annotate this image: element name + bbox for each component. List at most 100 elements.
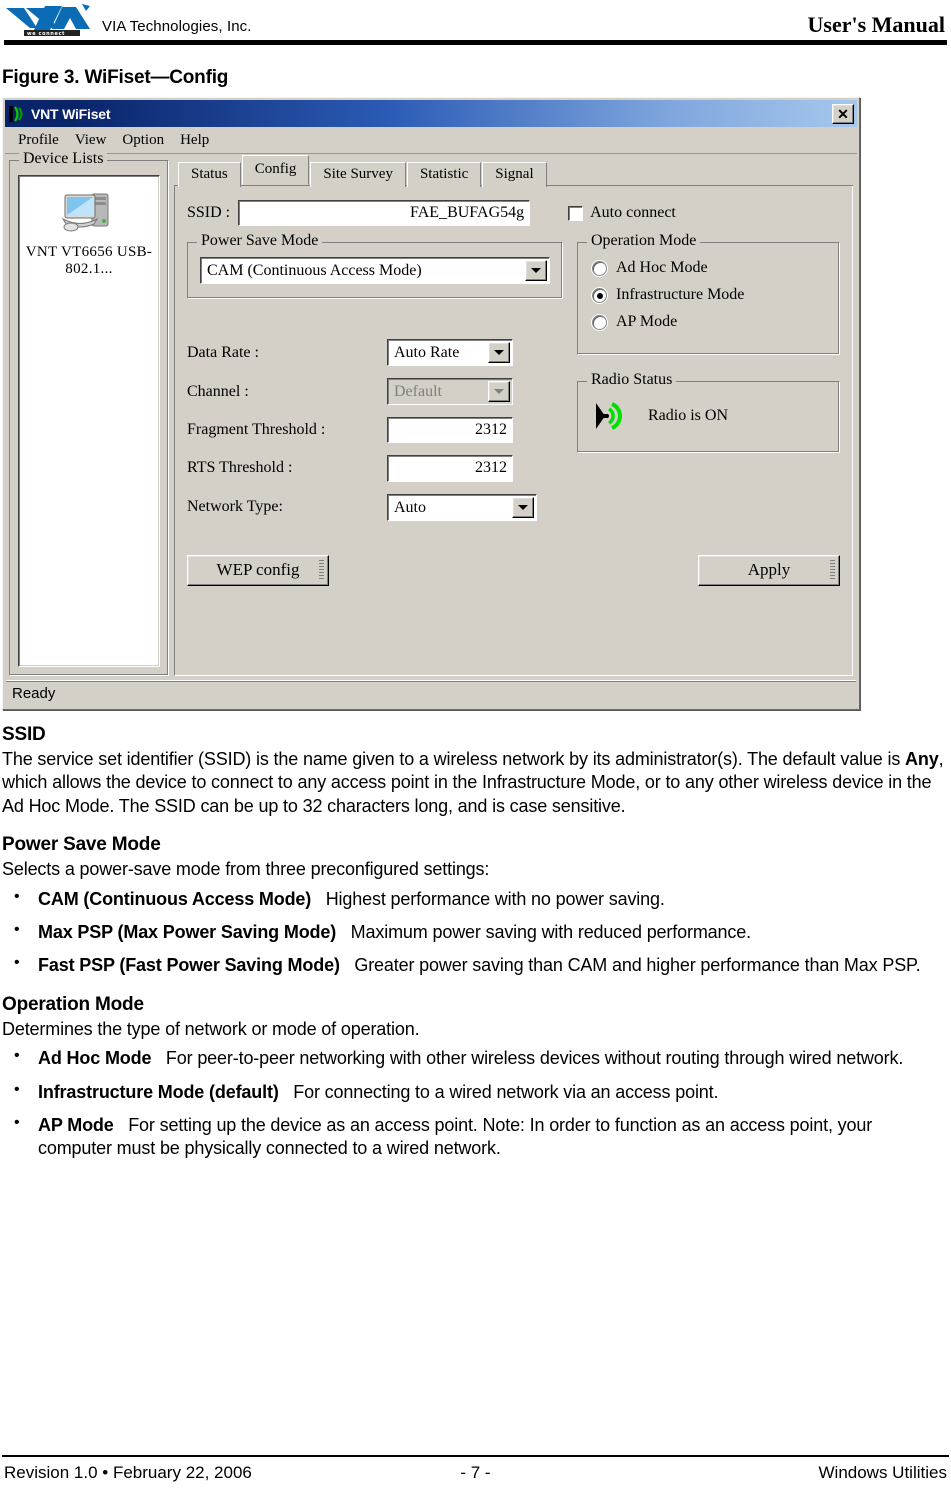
heading-operation-mode: Operation Mode [2, 993, 144, 1015]
radio-status-label: Radio Status [587, 372, 677, 389]
antenna-signal-icon [592, 400, 632, 432]
bullet-desc: Greater power saving than CAM and higher… [354, 955, 921, 976]
menu-item-profile[interactable]: Profile [11, 130, 68, 151]
bullet-desc: For connecting to a wired network via an… [293, 1081, 719, 1102]
power-save-mode-value: CAM (Continuous Access Mode) [207, 262, 422, 280]
computer-icon [59, 188, 119, 240]
footer-section: Windows Utilities [818, 1463, 947, 1482]
auto-connect-checkbox[interactable] [568, 205, 584, 221]
bullet-term: Max PSP (Max Power Saving Mode) [38, 921, 337, 942]
tab-area: Status Config Site Survey Statistic Sign… [174, 155, 853, 676]
power-save-mode-group: Power Save Mode CAM (Continuous Access M… [187, 233, 563, 300]
ssid-row: SSID : FAE_BUFAG54g Auto connect [187, 200, 840, 227]
ssid-para-pre: The service set identifier (SSID) is the… [2, 749, 906, 769]
radio-button-icon[interactable] [592, 260, 607, 276]
network-type-value: Auto [394, 498, 426, 516]
config-right-column: Operation Mode Ad Hoc Mode Infrastructur… [577, 233, 840, 532]
footer-page-number: - 7 - [460, 1463, 491, 1482]
wep-config-button[interactable]: WEP config [187, 554, 329, 586]
window-body: Device Lists VNT VT6656 USB-802.1... Sta… [3, 151, 859, 680]
status-bar: Ready [6, 680, 856, 706]
heading-ssid: SSID [2, 724, 46, 745]
chevron-down-icon[interactable] [488, 342, 510, 364]
rts-threshold-label: RTS Threshold : [187, 459, 293, 477]
close-icon[interactable]: ✕ [832, 103, 854, 124]
header-manual-title: User's Manual [807, 12, 946, 37]
list-item: AP Mode For setting up the device as an … [2, 1113, 949, 1161]
tab-statistic[interactable]: Statistic [406, 162, 482, 187]
power-save-mode-label: Power Save Mode [197, 233, 323, 250]
fragment-threshold-input[interactable]: 2312 [387, 417, 513, 444]
operation-mode-group: Operation Mode Ad Hoc Mode Infrastructur… [577, 233, 840, 356]
data-rate-value: Auto Rate [394, 344, 460, 362]
ssid-label: SSID : [187, 204, 231, 222]
apply-button[interactable]: Apply [698, 554, 840, 586]
menu-item-view[interactable]: View [68, 130, 116, 151]
via-logo-icon: we connect [4, 4, 96, 38]
paragraph-power-save-intro: Selects a power-save mode from three pre… [2, 859, 490, 880]
tab-site-survey[interactable]: Site Survey [310, 162, 406, 187]
radio-button-icon[interactable] [592, 314, 607, 330]
channel-label: Channel : [187, 382, 249, 400]
data-rate-label: Data Rate : [187, 343, 259, 361]
device-lists-label: Device Lists [19, 151, 108, 167]
config-button-row: WEP config Apply [187, 554, 840, 586]
ssid-input[interactable]: FAE_BUFAG54g [238, 200, 531, 227]
paragraph-ssid: The service set identifier (SSID) is the… [2, 748, 949, 818]
data-rate-row: Data Rate : Auto Rate [187, 339, 563, 367]
wep-config-button-label: WEP config [216, 559, 300, 579]
operation-mode-bullet-list: Ad Hoc Mode For peer-to-peer networking … [2, 1046, 949, 1161]
tab-signal[interactable]: Signal [482, 162, 547, 187]
data-rate-select[interactable]: Auto Rate [387, 339, 513, 367]
fragment-threshold-label: Fragment Threshold : [187, 421, 326, 439]
device-listbox[interactable]: VNT VT6656 USB-802.1... [18, 175, 160, 667]
bullet-desc: For peer-to-peer networking with other w… [165, 1048, 904, 1069]
radio-status-group: Radio Status Radio is ON [577, 372, 840, 454]
channel-value: Default [394, 383, 442, 401]
radio-button-selected-icon[interactable] [592, 287, 607, 303]
chevron-down-icon[interactable] [525, 260, 547, 282]
tab-strip: Status Config Site Survey Statistic Sign… [174, 155, 853, 187]
bullet-desc: Maximum power saving with reduced perfor… [350, 921, 751, 942]
page-header: we connect VIA Technologies, Inc. User's… [0, 0, 951, 45]
auto-connect-row[interactable]: Auto connect [568, 204, 676, 222]
auto-connect-label: Auto connect [590, 204, 676, 222]
chevron-down-icon[interactable] [512, 496, 534, 518]
device-lists-group: Device Lists VNT VT6656 USB-802.1... [9, 151, 169, 676]
figure-caption: Figure 3. WiFiset—Config [2, 67, 229, 88]
bullet-desc: For setting up the device as an access p… [38, 1114, 873, 1159]
tab-status[interactable]: Status [178, 162, 241, 187]
bullet-desc: Highest performance with no power saving… [325, 888, 665, 909]
ap-mode-label: AP Mode [616, 313, 678, 331]
bullet-term: Infrastructure Mode (default) [38, 1081, 279, 1102]
power-save-mode-select[interactable]: CAM (Continuous Access Mode) [200, 257, 550, 285]
apply-button-label: Apply [747, 559, 791, 579]
button-grip-icon [830, 559, 835, 581]
bullet-term: CAM (Continuous Access Mode) [38, 888, 312, 909]
tab-config[interactable]: Config [241, 155, 310, 185]
app-icon [9, 105, 27, 123]
menu-item-option[interactable]: Option [115, 130, 173, 151]
config-tab-page: SSID : FAE_BUFAG54g Auto connect Power S… [174, 185, 853, 676]
window-titlebar: VNT WiFiset ✕ [5, 100, 857, 127]
footer-revision: Revision 1.0 • February 22, 2006 [4, 1463, 252, 1482]
header-divider [4, 40, 947, 45]
menu-item-help[interactable]: Help [173, 130, 218, 151]
network-type-select[interactable]: Auto [387, 493, 537, 521]
rts-threshold-input[interactable]: 2312 [387, 455, 513, 482]
device-list-item[interactable]: VNT VT6656 USB-802.1... [23, 244, 155, 279]
menubar: Profile View Option Help [5, 128, 857, 154]
rts-threshold-row: RTS Threshold : 2312 [187, 455, 563, 482]
ad-hoc-mode-label: Ad Hoc Mode [616, 259, 708, 277]
radio-status-text: Radio is ON [648, 407, 728, 425]
radio-ap-mode[interactable]: AP Mode [592, 313, 829, 331]
radio-infrastructure-mode[interactable]: Infrastructure Mode [592, 286, 829, 304]
channel-select: Default [387, 378, 513, 406]
button-grip-icon [319, 559, 324, 581]
config-left-column: Power Save Mode CAM (Continuous Access M… [187, 233, 563, 532]
paragraph-operation-mode-intro: Determines the type of network or mode o… [2, 1018, 420, 1039]
bullet-term: Ad Hoc Mode [38, 1048, 152, 1069]
radio-ad-hoc-mode[interactable]: Ad Hoc Mode [592, 259, 829, 277]
list-item: Max PSP (Max Power Saving Mode) Maximum … [2, 920, 949, 944]
fragment-threshold-row: Fragment Threshold : 2312 [187, 417, 563, 444]
